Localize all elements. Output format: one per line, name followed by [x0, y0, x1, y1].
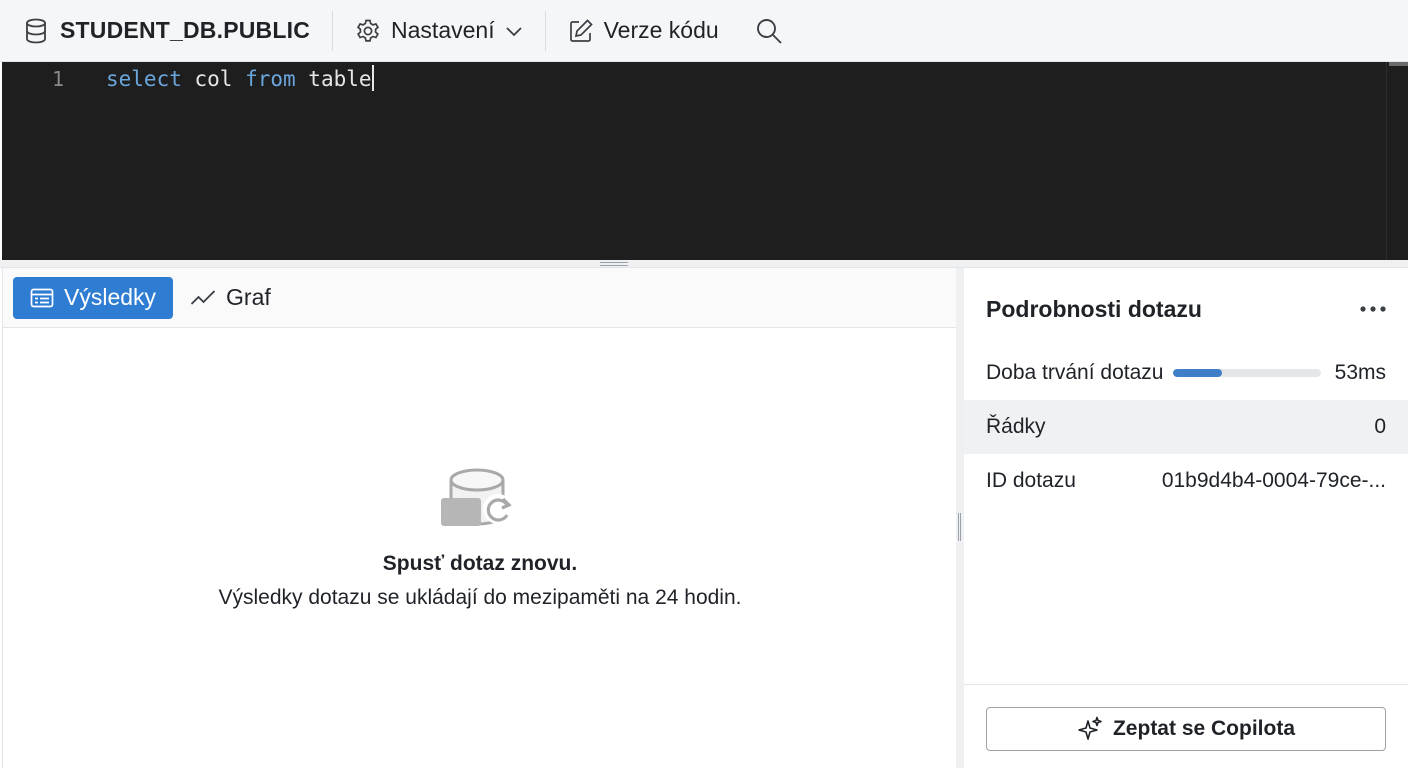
chevron-down-icon [505, 26, 522, 36]
database-label: STUDENT_DB.PUBLIC [60, 17, 311, 43]
duration-value: 53ms [1334, 361, 1386, 384]
edit-icon [569, 18, 593, 42]
tab-results[interactable]: Výsledky [13, 276, 174, 319]
database-icon [26, 18, 46, 43]
code-identifier: table [295, 67, 372, 91]
table-icon [30, 288, 54, 307]
sparkle-icon [1078, 716, 1102, 740]
code-line[interactable]: select col from table [106, 65, 374, 91]
line-chart-icon [190, 289, 216, 305]
ask-copilot-button[interactable]: Zeptat se Copilota [986, 707, 1386, 751]
search-button[interactable] [755, 11, 783, 51]
code-keyword: select [106, 67, 182, 91]
splitter-grip-icon [958, 513, 961, 541]
more-horizontal-icon [1360, 306, 1386, 312]
toolbar-divider [332, 10, 334, 51]
text-cursor [371, 65, 374, 91]
more-options-button[interactable] [1360, 294, 1386, 324]
duration-progress-fill [1173, 369, 1223, 377]
gear-icon [357, 19, 380, 42]
splitter-grip-icon [600, 262, 628, 266]
line-number: 1 [52, 67, 65, 91]
database-refresh-icon [441, 468, 513, 526]
rows-count-row: Řádky 0 [964, 400, 1408, 454]
toolbar-divider [544, 10, 546, 51]
code-keyword: from [245, 67, 296, 91]
details-title: Podrobnosti dotazu [986, 295, 1202, 322]
empty-state-title: Spusť dotaz znovu. [382, 552, 578, 575]
database-selector[interactable]: STUDENT_DB.PUBLIC [24, 11, 310, 51]
details-header: Podrobnosti dotazu [986, 294, 1386, 324]
duration-progress-bar [1173, 369, 1321, 377]
code-version-button[interactable]: Verze kódu [568, 11, 719, 51]
query-details-panel: Podrobnosti dotazu Doba trvání dotazu 53… [964, 268, 1408, 768]
empty-state: Spusť dotaz znovu. Výsledky dotazu se uk… [3, 458, 957, 610]
search-icon [756, 18, 782, 44]
editor-results-splitter[interactable] [0, 260, 1408, 268]
sql-editor[interactable]: 1 select col from table [2, 62, 1408, 260]
settings-label: Nastavení [391, 17, 495, 43]
query-id-row: ID dotazu 01b9d4b4-0004-79ce-... [964, 454, 1408, 508]
editor-scrollbar[interactable] [1386, 62, 1408, 260]
rows-value: 0 [1374, 415, 1386, 438]
duration-label: Doba trvání dotazu [986, 361, 1164, 384]
query-id-label: ID dotazu [986, 469, 1076, 492]
results-pane: Výsledky Graf Spusť dotaz znovu. Výsledk… [2, 268, 956, 768]
code-version-label: Verze kódu [603, 17, 719, 43]
tab-chart-label: Graf [226, 284, 271, 310]
duration-row: Doba trvání dotazu 53ms [964, 346, 1408, 400]
settings-dropdown[interactable]: Nastavení [355, 11, 523, 51]
toolbar: STUDENT_DB.PUBLIC Nastavení Verze kódu [0, 0, 1408, 62]
tab-results-label: Výsledky [64, 284, 157, 310]
results-details-splitter[interactable] [956, 268, 964, 768]
code-identifier: col [181, 67, 246, 91]
rows-label: Řádky [986, 415, 1046, 438]
tab-chart[interactable]: Graf [173, 277, 288, 319]
empty-state-description: Výsledky dotazu se ukládají do mezipamět… [218, 586, 742, 609]
query-id-value[interactable]: 01b9d4b4-0004-79ce-... [1162, 469, 1386, 493]
results-tabs: Výsledky Graf [3, 268, 956, 328]
details-footer: Zeptat se Copilota [964, 684, 1408, 768]
ask-copilot-label: Zeptat se Copilota [1112, 717, 1296, 740]
